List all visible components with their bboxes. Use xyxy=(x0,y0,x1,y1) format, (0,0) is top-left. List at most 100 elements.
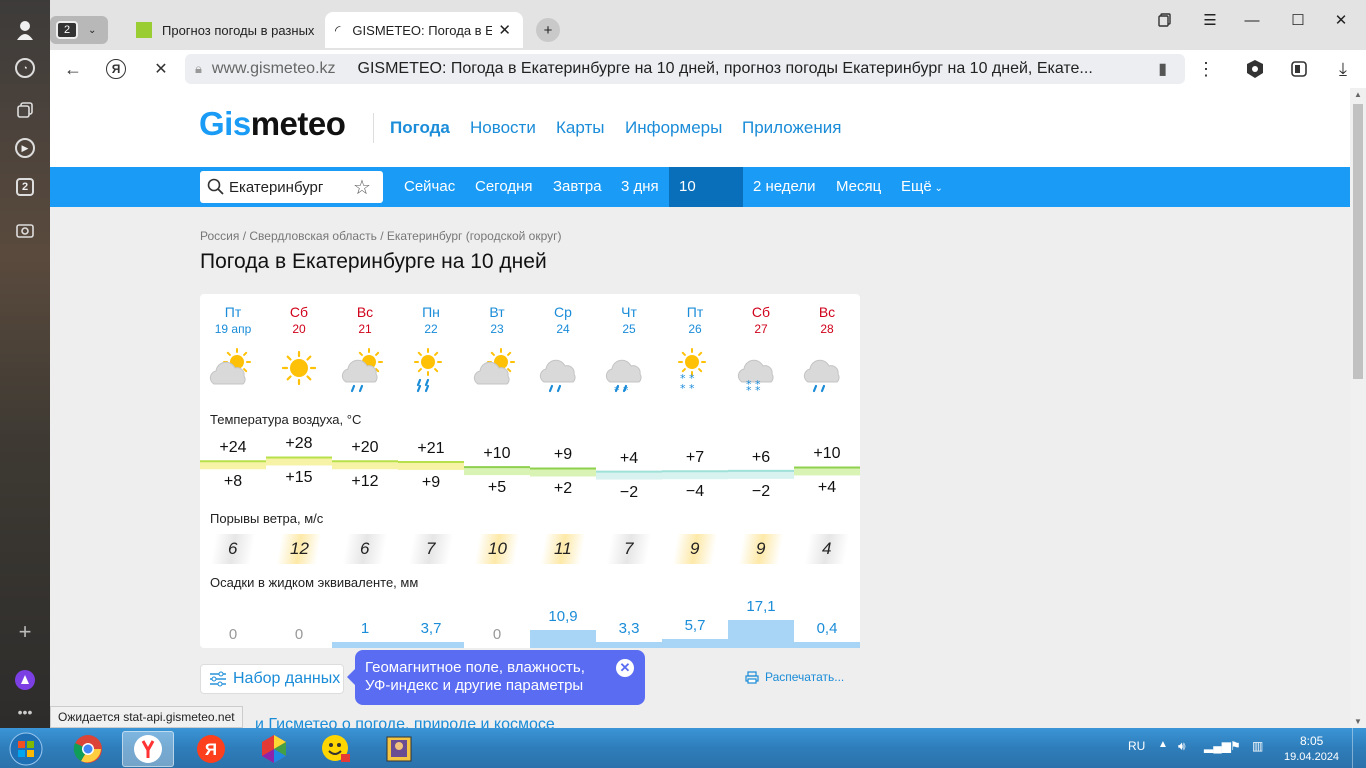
flag-icon[interactable]: ⚑ xyxy=(1230,739,1241,753)
nav-maps[interactable]: Карты xyxy=(556,118,604,138)
network-icon[interactable]: ▂▄▆ xyxy=(1204,739,1231,753)
bookmark-icon[interactable]: ▮ xyxy=(1158,59,1167,79)
language-indicator[interactable]: RU xyxy=(1128,739,1145,753)
nav-apps[interactable]: Приложения xyxy=(742,118,841,138)
day-of-week[interactable]: Вс xyxy=(794,304,860,320)
yandex-icon[interactable]: Я xyxy=(185,731,237,767)
day-date[interactable]: 22 xyxy=(398,322,464,336)
bookmarks-panel-icon[interactable] xyxy=(1153,10,1177,30)
nav-weather[interactable]: Погода xyxy=(390,118,450,138)
day-date[interactable]: 25 xyxy=(596,322,662,336)
video-icon[interactable]: ▶ xyxy=(15,138,35,158)
url-field[interactable]: 🔒︎ www.gismeteo.kz GISMETEO: Погода в Ек… xyxy=(185,54,1185,84)
show-desktop-button[interactable] xyxy=(1352,728,1366,768)
tab-today[interactable]: Сегодня xyxy=(465,167,543,207)
data-set-button[interactable]: Набор данных xyxy=(200,664,344,694)
emoji-app-icon[interactable] xyxy=(310,731,362,767)
breadcrumb-city[interactable]: Екатеринбург (городской округ) xyxy=(387,229,562,243)
precip-value: 1 xyxy=(360,620,370,637)
profile-icon[interactable] xyxy=(13,18,37,42)
volume-icon[interactable]: 🔊︎ xyxy=(1178,739,1186,754)
day-date[interactable]: 19 апр xyxy=(200,322,266,336)
city-search[interactable]: Екатеринбург ☆ xyxy=(200,171,383,203)
more-actions-icon[interactable]: ⋮ xyxy=(1195,58,1217,80)
wind-value: 9 xyxy=(690,539,700,558)
gismeteo-logo[interactable]: Gismeteo xyxy=(199,105,346,143)
tab-now[interactable]: Сейчас xyxy=(394,167,465,207)
tabs-count-icon[interactable]: 2 xyxy=(16,178,34,196)
bottom-link[interactable]: и Гисметео о погоде, природе и космосе xyxy=(255,716,555,728)
stop-loading-button[interactable]: ✕ xyxy=(150,58,172,80)
maximize-icon[interactable]: ☐ xyxy=(1286,10,1310,30)
tab-tomorrow[interactable]: Завтра xyxy=(543,167,612,207)
precip-value: 0 xyxy=(228,626,238,643)
divider xyxy=(373,113,374,143)
day-of-week[interactable]: Пт xyxy=(200,304,266,320)
tab-2weeks[interactable]: 2 недели xyxy=(743,167,826,207)
temp-max: +21 xyxy=(417,439,445,457)
tab-forecast[interactable]: Прогноз погоды в разных xyxy=(130,12,320,48)
nav-news[interactable]: Новости xyxy=(470,118,536,138)
new-tab-button[interactable]: + xyxy=(536,18,560,42)
breadcrumb-region[interactable]: Свердловская область xyxy=(249,229,376,243)
scroll-thumb[interactable] xyxy=(1353,104,1363,379)
search-input[interactable]: Екатеринбург xyxy=(229,179,349,196)
show-hidden-icons[interactable]: ▲ xyxy=(1158,739,1168,750)
temp-band xyxy=(398,461,464,470)
clock-time[interactable]: 8:05 xyxy=(1300,734,1323,748)
collections-icon[interactable] xyxy=(13,98,37,122)
yandex-browser-icon[interactable] xyxy=(122,731,174,767)
history-icon[interactable]: ◔ xyxy=(15,58,35,78)
temp-band xyxy=(530,468,596,477)
day-of-week[interactable]: Ср xyxy=(530,304,596,320)
day-of-week[interactable]: Пт xyxy=(662,304,728,320)
day-of-week[interactable]: Сб xyxy=(728,304,794,320)
tab-month[interactable]: Месяц xyxy=(826,167,891,207)
close-window-icon[interactable]: ✕ xyxy=(1329,10,1353,30)
back-button[interactable]: ← xyxy=(62,58,84,80)
day-date[interactable]: 28 xyxy=(794,322,860,336)
day-date[interactable]: 23 xyxy=(464,322,530,336)
tab-group-switcher[interactable]: 2 ⌄ xyxy=(50,16,108,44)
photo-viewer-icon[interactable] xyxy=(373,731,425,767)
clock-date[interactable]: 19.04.2024 xyxy=(1284,751,1339,763)
alice-icon[interactable] xyxy=(13,668,37,692)
cloud-rain-icon xyxy=(530,346,596,402)
close-tab-icon[interactable]: ✕ xyxy=(498,21,511,39)
tab-10days[interactable]: 10 дней xyxy=(669,167,743,235)
screenshot-icon[interactable] xyxy=(13,218,37,242)
downloads-icon[interactable]: ⤓ xyxy=(1332,58,1354,80)
close-icon[interactable]: ✕ xyxy=(616,659,634,677)
star-icon[interactable]: ☆ xyxy=(353,175,371,200)
photo-app-icon[interactable] xyxy=(248,731,300,767)
more-icon[interactable]: ••• xyxy=(13,700,37,724)
tab-3days[interactable]: 3 дня xyxy=(611,167,669,207)
day-of-week[interactable]: Сб xyxy=(266,304,332,320)
tab-gismeteo[interactable]: ◜ GISMETEO: Погода в Ек ✕ xyxy=(325,12,523,48)
day-of-week[interactable]: Вт xyxy=(464,304,530,320)
add-panel-icon[interactable]: + xyxy=(13,619,37,644)
yandex-icon[interactable]: Я xyxy=(106,59,126,79)
tab-more[interactable]: Ещё ⌄ xyxy=(891,167,953,207)
day-of-week[interactable]: Чт xyxy=(596,304,662,320)
sliders-icon xyxy=(210,671,226,687)
day-date[interactable]: 21 xyxy=(332,322,398,336)
day-date[interactable]: 24 xyxy=(530,322,596,336)
extensions-icon[interactable] xyxy=(1288,58,1310,80)
protect-icon[interactable] xyxy=(1244,58,1266,80)
cloud-sleet-icon: * * xyxy=(596,346,662,402)
day-date[interactable]: 20 xyxy=(266,322,332,336)
start-button[interactable] xyxy=(0,731,52,767)
breadcrumb-russia[interactable]: Россия xyxy=(200,229,239,243)
day-of-week[interactable]: Вс xyxy=(332,304,398,320)
minimize-icon[interactable]: — xyxy=(1240,10,1264,30)
battery-icon[interactable]: ▥ xyxy=(1252,739,1263,753)
menu-icon[interactable]: ☰ xyxy=(1198,10,1222,30)
day-date[interactable]: 26 xyxy=(662,322,728,336)
nav-informers[interactable]: Информеры xyxy=(625,118,722,138)
chrome-icon[interactable] xyxy=(62,731,114,767)
day-date[interactable]: 27 xyxy=(728,322,794,336)
day-of-week[interactable]: Пн xyxy=(398,304,464,320)
print-link[interactable]: Распечатать... xyxy=(745,670,844,684)
scrollbar[interactable]: ▲ ▼ xyxy=(1350,88,1366,728)
